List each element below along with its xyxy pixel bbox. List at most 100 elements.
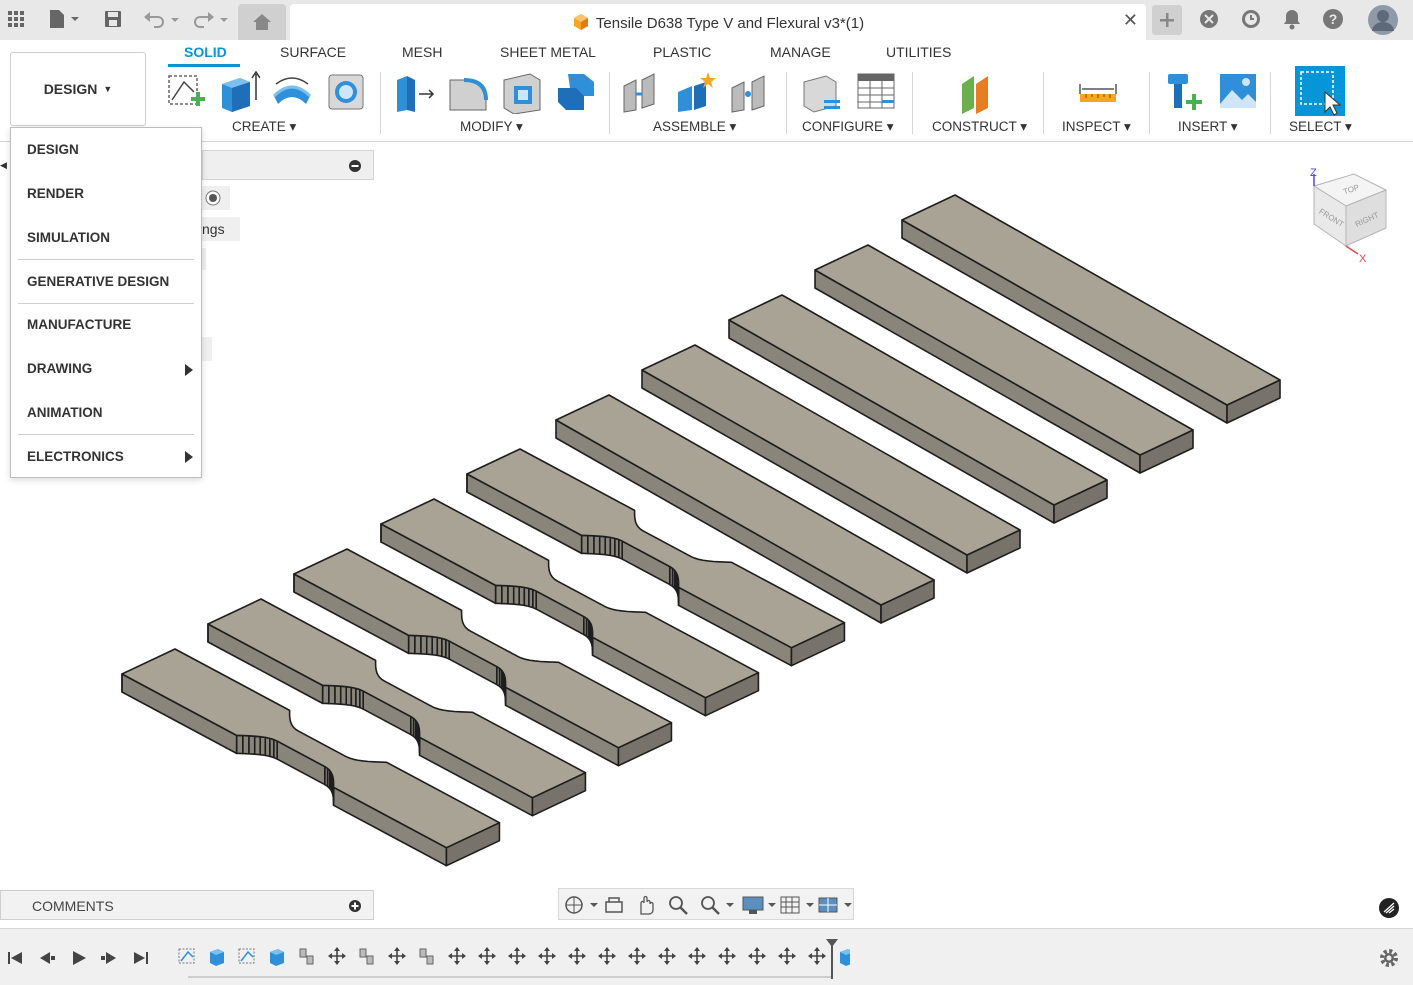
step-back-icon[interactable]	[38, 949, 56, 967]
menu-item-simulation[interactable]: SIMULATION	[27, 230, 110, 245]
notifications-bell-icon[interactable]	[1280, 6, 1304, 32]
zoom-window-icon[interactable]	[699, 894, 735, 916]
new-tab-plus-icon[interactable]	[1152, 5, 1182, 35]
menu-item-design[interactable]: DESIGN	[27, 142, 79, 157]
insert-mcmaster-icon[interactable]	[1162, 70, 1206, 114]
file-menu-icon[interactable]	[44, 6, 84, 32]
combine-icon[interactable]	[554, 70, 598, 114]
tab-manage[interactable]: MANAGE	[770, 44, 831, 60]
revolve-icon[interactable]	[270, 70, 314, 114]
group-modify-label[interactable]: MODIFY ▾	[460, 119, 523, 135]
menu-item-render[interactable]: RENDER	[27, 186, 84, 201]
new-component-icon[interactable]	[620, 70, 664, 114]
group-construct-label[interactable]: CONSTRUCT ▾	[932, 119, 1027, 135]
group-assemble-label[interactable]: ASSEMBLE ▾	[653, 119, 736, 135]
tab-mesh[interactable]: MESH	[402, 44, 442, 60]
look-at-icon[interactable]	[603, 894, 625, 916]
menu-item-generative-design[interactable]: GENERATIVE DESIGN	[27, 274, 169, 289]
group-configure-label[interactable]: CONFIGURE ▾	[802, 119, 894, 135]
timeline-move-icon[interactable]	[388, 947, 406, 965]
orbit-icon[interactable]	[563, 894, 599, 916]
timeline-extrude-icon[interactable]	[270, 949, 284, 966]
menu-item-manufacture[interactable]: MANUFACTURE	[27, 317, 131, 332]
group-create-label[interactable]: CREATE ▾	[232, 119, 296, 135]
comments-panel[interactable]: COMMENTS	[0, 890, 374, 920]
job-status-icon[interactable]	[1238, 6, 1264, 32]
go-to-end-icon[interactable]	[132, 949, 150, 967]
help-icon[interactable]: ?	[1320, 6, 1346, 32]
timeline-sketch-icon[interactable]	[238, 948, 255, 964]
timeline-move-icon[interactable]	[598, 947, 616, 965]
data-panel-icon[interactable]	[1378, 897, 1400, 919]
undo-icon[interactable]	[142, 6, 182, 32]
timeline-move-icon[interactable]	[478, 947, 496, 965]
timeline-marker[interactable]	[826, 939, 838, 979]
timeline-move-icon[interactable]	[508, 947, 526, 965]
insert-canvas-icon[interactable]	[1216, 70, 1260, 114]
timeline-move-icon[interactable]	[658, 947, 676, 965]
group-insert-label[interactable]: INSERT ▾	[1178, 119, 1238, 135]
group-select-label[interactable]: SELECT ▾	[1289, 119, 1352, 135]
add-comment-icon[interactable]	[348, 899, 362, 913]
tab-utilities[interactable]: UTILITIES	[886, 44, 951, 60]
timeline-extrude-icon[interactable]	[840, 949, 850, 966]
timeline-move-icon[interactable]	[328, 947, 346, 965]
timeline-move-icon[interactable]	[538, 947, 556, 965]
tab-plastic[interactable]: PLASTIC	[653, 44, 711, 60]
viewcube[interactable]: TOP FRONT RIGHT Z X	[1300, 160, 1400, 270]
timeline-move-icon[interactable]	[688, 947, 706, 965]
configuration-table-icon[interactable]	[854, 70, 898, 114]
redo-icon[interactable]	[188, 6, 230, 32]
timeline-move-icon[interactable]	[808, 947, 826, 965]
document-tab[interactable]: Tensile D638 Type V and Flexural v3*(1) …	[290, 4, 1146, 40]
3d-viewport[interactable]	[0, 143, 1413, 888]
extrude-icon[interactable]	[216, 70, 260, 114]
shell-icon[interactable]	[500, 70, 544, 114]
save-icon[interactable]	[102, 6, 124, 32]
tab-solid[interactable]: SOLID	[184, 44, 227, 60]
timeline-move-icon[interactable]	[568, 947, 586, 965]
step-forward-icon[interactable]	[100, 949, 118, 967]
hole-icon[interactable]	[324, 70, 368, 114]
joint-icon[interactable]	[674, 70, 718, 114]
measure-icon[interactable]	[1076, 70, 1120, 114]
close-tab-icon[interactable]: ✕	[1123, 10, 1138, 31]
display-settings-icon[interactable]	[741, 894, 777, 916]
create-sketch-icon[interactable]	[164, 70, 208, 114]
pan-hand-icon[interactable]	[635, 894, 657, 916]
play-icon[interactable]	[70, 949, 88, 967]
select-tool-icon[interactable]	[1295, 66, 1345, 116]
zoom-icon[interactable]	[667, 894, 689, 916]
offset-plane-icon[interactable]	[958, 70, 1002, 114]
timeline-joint-icon[interactable]	[419, 948, 434, 965]
timeline-joint-icon[interactable]	[299, 948, 314, 965]
group-inspect-label[interactable]: INSPECT ▾	[1062, 119, 1131, 135]
press-pull-icon[interactable]	[393, 70, 437, 114]
timeline-move-icon[interactable]	[718, 947, 736, 965]
configure-part-icon[interactable]	[800, 70, 844, 114]
timeline-joint-icon[interactable]	[359, 948, 374, 965]
menu-item-electronics[interactable]: ELECTRONICS	[27, 449, 124, 464]
timeline-extrude-icon[interactable]	[210, 949, 224, 966]
menu-item-animation[interactable]: ANIMATION	[27, 405, 103, 420]
grid-settings-icon[interactable]	[779, 894, 815, 916]
timeline-move-icon[interactable]	[448, 947, 466, 965]
extensions-icon[interactable]	[1196, 6, 1222, 32]
timeline-move-icon[interactable]	[628, 947, 646, 965]
workspace-switcher-button[interactable]: DESIGN ▼	[10, 52, 146, 126]
fillet-icon[interactable]	[446, 70, 490, 114]
home-tab[interactable]	[238, 4, 286, 40]
timeline-move-icon[interactable]	[748, 947, 766, 965]
menu-item-drawing[interactable]: DRAWING	[27, 361, 92, 376]
tab-sheet-metal[interactable]: SHEET METAL	[500, 44, 596, 60]
go-to-start-icon[interactable]	[6, 949, 24, 967]
viewports-icon[interactable]	[817, 894, 853, 916]
timeline-settings-gear-icon[interactable]	[1378, 947, 1400, 969]
app-grid-icon[interactable]	[4, 6, 28, 32]
user-avatar[interactable]	[1366, 3, 1400, 37]
timeline-features[interactable]	[170, 939, 850, 983]
timeline-sketch-icon[interactable]	[178, 948, 195, 964]
as-built-joint-icon[interactable]	[728, 70, 772, 114]
tab-surface[interactable]: SURFACE	[280, 44, 346, 60]
timeline-move-icon[interactable]	[778, 947, 796, 965]
